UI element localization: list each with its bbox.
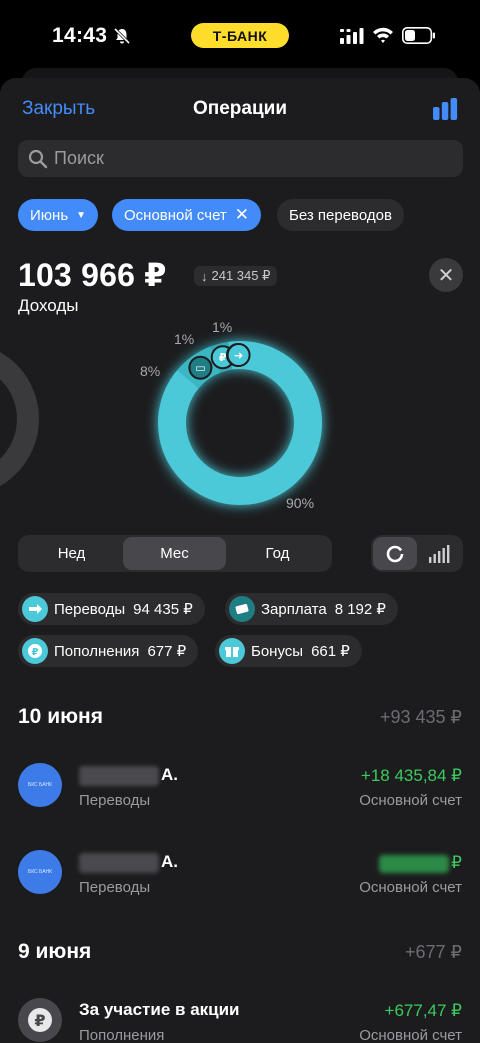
- delta-badge: ↓ 241 345 ₽: [194, 266, 278, 286]
- transaction-name: А.: [79, 765, 178, 786]
- income-donut-chart[interactable]: ▭₽▦➜: [120, 308, 360, 528]
- donut-view-button[interactable]: [373, 537, 417, 570]
- period-week[interactable]: Нед: [20, 537, 123, 570]
- ruble-avatar-icon: ₽: [18, 998, 62, 1042]
- bell-muted-icon: [113, 27, 131, 45]
- bank-logo: БКС БАНК: [18, 850, 62, 894]
- account-filter-chip[interactable]: Основной счет ✕: [112, 199, 262, 231]
- battery-icon: [402, 27, 435, 44]
- bank-indicator[interactable]: Т-БАНК: [191, 23, 289, 48]
- search-input[interactable]: [54, 148, 434, 169]
- category-value: 8 192 ₽: [334, 601, 386, 618]
- transaction-amount: +18 435,84 ₽: [360, 766, 462, 785]
- search-box[interactable]: [18, 140, 463, 177]
- chart-view-selector: [371, 535, 463, 572]
- redacted-amount: [379, 854, 450, 873]
- clear-filter-icon[interactable]: ✕: [235, 205, 249, 225]
- transfer-arrow-icon: [22, 596, 48, 622]
- page-title: Операции: [192, 98, 288, 119]
- category-chip-salary[interactable]: Зарплата 8 192 ₽: [225, 593, 398, 625]
- category-label: Пополнения: [54, 642, 140, 660]
- arrow-down-icon: ↓: [201, 268, 208, 284]
- day-total: +677 ₽: [405, 942, 462, 962]
- category-value: 677 ₽: [147, 643, 187, 660]
- category-label: Бонусы: [251, 642, 304, 660]
- analytics-chart-icon[interactable]: [432, 98, 458, 120]
- month-filter-label: Июнь: [30, 206, 69, 224]
- category-label: Зарплата: [261, 600, 327, 618]
- operations-sheet: Закрыть Операции Июнь ▼ Основной счет ✕ …: [0, 78, 480, 1043]
- donut-label-bonuses: 1%: [212, 319, 233, 335]
- category-label: Переводы: [54, 600, 126, 618]
- no-transfers-chip[interactable]: Без переводов: [277, 199, 404, 231]
- day-total: +93 435 ₽: [379, 707, 462, 727]
- salary-money-icon-glyph: ▭: [195, 362, 205, 375]
- period-year[interactable]: Год: [226, 537, 329, 570]
- ruble-coin-icon-glyph: ₽: [219, 351, 227, 364]
- transaction-category: Пополнения: [79, 1027, 165, 1043]
- donut-label-transfers: 90%: [286, 495, 315, 511]
- salary-money-icon: [229, 596, 255, 622]
- category-chip-transfers[interactable]: Переводы 94 435 ₽: [18, 593, 205, 625]
- redacted-name: [79, 852, 159, 873]
- bank-logo: БКС БАНК: [18, 763, 62, 807]
- total-amount: 103 966 ₽: [18, 257, 167, 293]
- redacted-name: [79, 765, 159, 786]
- svg-text:₽: ₽: [34, 1011, 45, 1030]
- wifi-icon: [373, 27, 393, 43]
- transaction-name: А.: [79, 852, 178, 873]
- period-month[interactable]: Мес: [123, 537, 226, 570]
- dismiss-summary-button[interactable]: ✕: [429, 258, 463, 292]
- transfer-arrow-icon-glyph: ➜: [234, 349, 243, 362]
- transaction-category: Переводы: [79, 792, 151, 809]
- transaction-amount: +677,47 ₽: [384, 1001, 462, 1020]
- transaction-account: Основной счет: [359, 792, 462, 809]
- transaction-account: Основной счет: [359, 1027, 462, 1043]
- donut-label-topups: 1%: [174, 331, 195, 347]
- status-time: 14:43: [52, 24, 108, 47]
- donut-view-icon: [386, 545, 404, 562]
- bars-view-icon: [429, 544, 450, 563]
- transaction-name: За участие в акции: [79, 1000, 240, 1019]
- day-header: 9 июня: [18, 940, 92, 963]
- category-chip-bonuses[interactable]: Бонусы 661 ₽: [215, 635, 362, 667]
- dropdown-triangle-icon: ▼: [76, 209, 87, 221]
- gift-icon: [219, 638, 245, 664]
- signal-icon: [340, 28, 364, 44]
- day-header: 10 июня: [18, 705, 103, 728]
- account-filter-label: Основной счет: [124, 206, 227, 224]
- category-value: 94 435 ₽: [133, 601, 193, 618]
- search-icon: [28, 149, 48, 168]
- bars-view-button[interactable]: [417, 537, 461, 570]
- previous-period-donut[interactable]: [0, 340, 42, 498]
- ruble-coin-icon: ₽: [22, 638, 48, 664]
- status-bar: 14:43 Т-БАНК: [0, 0, 480, 70]
- svg-text:₽: ₽: [32, 647, 39, 658]
- summary-label: Доходы: [18, 296, 79, 315]
- donut-label-salary: 8%: [140, 363, 161, 379]
- period-selector: Нед Мес Год: [18, 535, 332, 572]
- category-chip-topups[interactable]: ₽ Пополнения 677 ₽: [18, 635, 199, 667]
- month-filter-chip[interactable]: Июнь ▼: [18, 199, 99, 231]
- delta-value: 241 345 ₽: [211, 268, 271, 283]
- transaction-category: Переводы: [79, 879, 151, 896]
- category-value: 661 ₽: [311, 643, 350, 660]
- transaction-amount: ₽: [379, 853, 462, 873]
- transaction-account: Основной счет: [359, 879, 462, 896]
- no-transfers-label: Без переводов: [289, 206, 392, 224]
